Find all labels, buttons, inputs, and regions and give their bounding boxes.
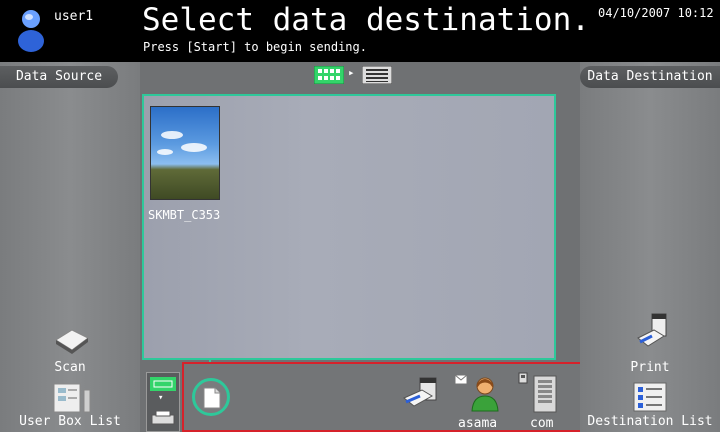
user-name: user1 bbox=[54, 9, 94, 24]
page-title: Select data destination. bbox=[142, 2, 590, 38]
file-thumbnail[interactable] bbox=[150, 106, 220, 200]
list-view-icon[interactable] bbox=[362, 66, 392, 84]
dest-label-com[interactable]: com bbox=[530, 416, 553, 431]
document-node[interactable] bbox=[192, 378, 230, 416]
scanner-icon[interactable] bbox=[54, 326, 90, 354]
arrow-icon: ▸ bbox=[348, 66, 355, 79]
print-icon[interactable] bbox=[636, 312, 672, 352]
printer-small-icon[interactable] bbox=[151, 411, 175, 425]
mail-icon bbox=[455, 375, 467, 384]
user-mail-icon[interactable] bbox=[470, 376, 500, 412]
printer-dest-icon[interactable] bbox=[402, 376, 442, 410]
thumbnail-view-icon[interactable] bbox=[314, 66, 344, 84]
dest-label-asama[interactable]: asama bbox=[458, 416, 497, 431]
file-area: SKMBT_C353 bbox=[142, 94, 556, 360]
print-label[interactable]: Print bbox=[580, 360, 720, 375]
device-small-icon bbox=[518, 372, 528, 384]
user-icon bbox=[18, 10, 44, 52]
fax-send-icon[interactable] bbox=[150, 377, 176, 391]
file-name: SKMBT_C353 bbox=[148, 208, 221, 222]
down-arrow-icon: ▾ bbox=[158, 393, 164, 403]
document-icon bbox=[203, 387, 221, 409]
server-icon[interactable] bbox=[530, 374, 562, 414]
destination-list-label[interactable]: Destination List bbox=[580, 414, 720, 429]
user-indicator[interactable]: user1 bbox=[6, 6, 134, 58]
data-destination-panel: Data Destination Print Destination List bbox=[580, 62, 720, 432]
date-time: 04/10/2007 10:12 bbox=[598, 6, 714, 20]
data-source-panel: Data Source Scan User Box List bbox=[0, 62, 140, 432]
page-subtitle: Press [Start] to begin sending. bbox=[143, 40, 367, 54]
scan-label[interactable]: Scan bbox=[0, 360, 140, 375]
data-source-tab[interactable]: Data Source bbox=[0, 66, 118, 88]
destination-list-icon[interactable] bbox=[632, 382, 668, 412]
top-bar: user1 Select data destination. Press [St… bbox=[0, 0, 720, 62]
user-box-list-label[interactable]: User Box List bbox=[0, 414, 140, 429]
data-destination-tab[interactable]: Data Destination bbox=[580, 66, 720, 88]
user-box-icon[interactable] bbox=[50, 382, 94, 414]
mini-buttons: ▾ bbox=[146, 372, 180, 432]
view-toolbar: ▸ bbox=[140, 62, 580, 92]
